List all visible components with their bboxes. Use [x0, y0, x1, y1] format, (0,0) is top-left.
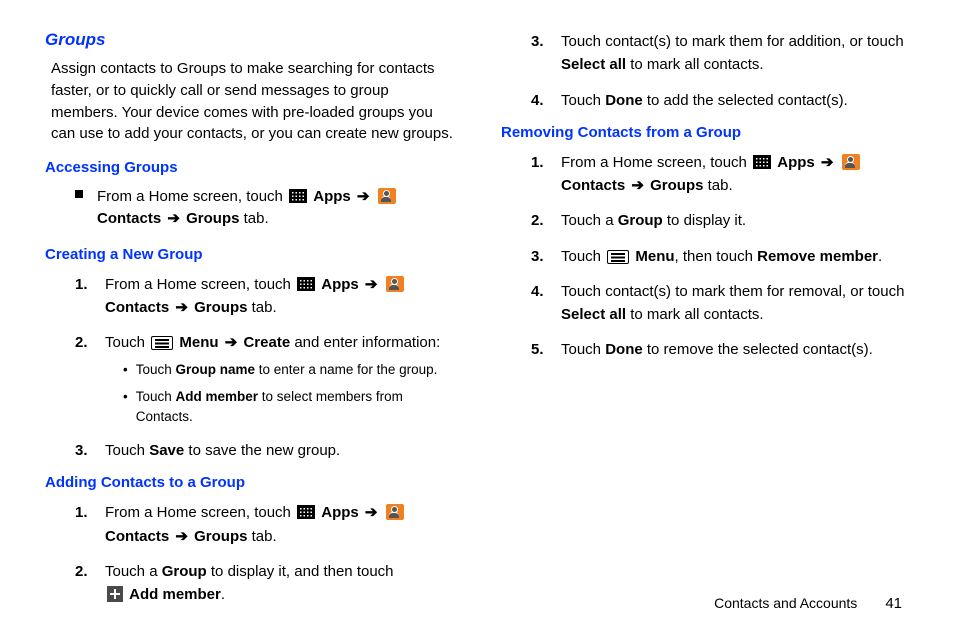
arrow-icon: ➔	[355, 188, 372, 205]
contacts-icon	[386, 504, 404, 520]
page-footer: Contacts and Accounts 41	[714, 595, 902, 612]
arrow-icon: ➔	[173, 299, 190, 316]
menu-icon	[151, 336, 173, 350]
right-column: 3. Touch contact(s) to mark them for add…	[501, 30, 909, 618]
removing-step-3: 3. Touch Menu, then touch Remove member.	[501, 245, 909, 268]
adding-step-3: 3. Touch contact(s) to mark them for add…	[501, 30, 909, 77]
contacts-icon	[378, 188, 396, 204]
removing-step-2: 2. Touch a Group to display it.	[501, 209, 909, 232]
step-number: 3.	[75, 439, 93, 462]
section-title-groups: Groups	[45, 30, 453, 50]
subsection-adding: Adding Contacts to a Group	[45, 474, 453, 491]
page-number: 41	[885, 595, 902, 612]
accessing-bullet: From a Home screen, touch Apps ➔ Contact…	[45, 186, 453, 230]
creating-step-1: 1. From a Home screen, touch Apps ➔ Cont…	[45, 273, 453, 320]
arrow-icon: ➔	[629, 177, 646, 194]
subsection-creating: Creating a New Group	[45, 246, 453, 263]
arrow-icon: ➔	[363, 276, 380, 293]
step-number: 1.	[75, 273, 93, 320]
step-number: 2.	[75, 560, 93, 607]
arrow-icon: ➔	[819, 154, 836, 171]
step-number: 2.	[531, 209, 549, 232]
subsection-accessing: Accessing Groups	[45, 159, 453, 176]
apps-icon	[753, 155, 771, 169]
dot-icon: •	[123, 360, 128, 380]
arrow-icon: ➔	[223, 334, 240, 351]
step-number: 3.	[531, 30, 549, 77]
apps-icon	[289, 189, 307, 203]
step-number: 1.	[75, 501, 93, 548]
left-column: Groups Assign contacts to Groups to make…	[45, 30, 453, 618]
sub-bullet-groupname: • Touch Group name to enter a name for t…	[105, 360, 453, 380]
arrow-icon: ➔	[165, 210, 182, 227]
adding-step-4: 4. Touch Done to add the selected contac…	[501, 89, 909, 112]
removing-step-4: 4. Touch contact(s) to mark them for rem…	[501, 280, 909, 327]
subsection-removing: Removing Contacts from a Group	[501, 124, 909, 141]
removing-step-1: 1. From a Home screen, touch Apps ➔ Cont…	[501, 151, 909, 198]
step-number: 5.	[531, 338, 549, 361]
creating-step-2: 2. Touch Menu ➔ Create and enter informa…	[45, 331, 453, 427]
arrow-icon: ➔	[173, 528, 190, 545]
step-number: 2.	[75, 331, 93, 427]
square-bullet-icon	[75, 190, 83, 198]
removing-step-5: 5. Touch Done to remove the selected con…	[501, 338, 909, 361]
contacts-icon	[386, 276, 404, 292]
step-number: 4.	[531, 280, 549, 327]
apps-icon	[297, 277, 315, 291]
sub-bullet-addmember: • Touch Add member to select members fro…	[105, 387, 453, 428]
creating-step-3: 3. Touch Save to save the new group.	[45, 439, 453, 462]
step-number: 4.	[531, 89, 549, 112]
dot-icon: •	[123, 387, 128, 428]
adding-step-2: 2. Touch a Group to display it, and then…	[45, 560, 453, 607]
arrow-icon: ➔	[363, 504, 380, 521]
apps-icon	[297, 505, 315, 519]
contacts-icon	[842, 154, 860, 170]
step-number: 1.	[531, 151, 549, 198]
step-number: 3.	[531, 245, 549, 268]
page-content: Groups Assign contacts to Groups to make…	[0, 0, 954, 618]
adding-step-1: 1. From a Home screen, touch Apps ➔ Cont…	[45, 501, 453, 548]
intro-paragraph: Assign contacts to Groups to make search…	[45, 58, 453, 145]
add-icon	[107, 586, 123, 602]
menu-icon	[607, 250, 629, 264]
accessing-text: From a Home screen, touch Apps ➔ Contact…	[97, 186, 453, 230]
chapter-name: Contacts and Accounts	[714, 595, 857, 611]
